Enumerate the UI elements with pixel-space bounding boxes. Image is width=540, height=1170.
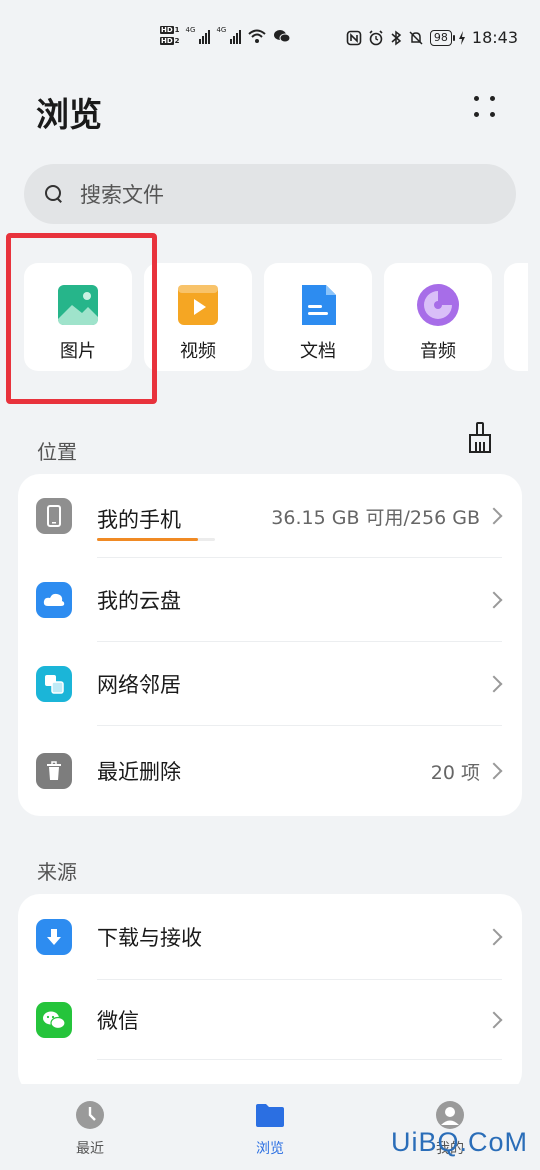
tab-recent[interactable]: 最近	[0, 1084, 180, 1170]
hd-badge-1: HD 1	[160, 26, 180, 34]
chevron-right-icon	[485, 928, 503, 946]
bluetooth-icon	[391, 30, 402, 45]
search-icon	[44, 184, 64, 204]
download-icon	[36, 919, 72, 955]
network-type-1: 4G	[185, 26, 196, 34]
list-item-network[interactable]: 网络邻居	[18, 642, 522, 726]
wechat-status-icon	[274, 30, 291, 43]
more-options-icon[interactable]	[470, 92, 500, 122]
broom-icon[interactable]	[466, 422, 494, 454]
list-item-my-cloud[interactable]: 我的云盘	[18, 558, 522, 642]
source-card: 下载与接收 微信	[18, 894, 522, 1094]
row-label: 下载与接收	[97, 926, 202, 950]
signal-bars-1-icon	[199, 28, 211, 44]
user-icon	[436, 1101, 464, 1129]
network-icon	[36, 666, 72, 702]
page-title: 浏览	[36, 95, 102, 134]
wechat-icon	[36, 1002, 72, 1038]
network-type-2: 4G	[216, 26, 227, 34]
category-videos[interactable]: 视频	[144, 263, 252, 371]
storage-info: 36.15 GB 可用/256 GB	[271, 506, 480, 529]
row-label: 网络邻居	[97, 673, 181, 697]
status-bar: HD 1 HD 2 4G 4G 98 18:43	[0, 22, 540, 58]
category-more[interactable]	[504, 263, 528, 371]
tab-browse[interactable]: 浏览	[180, 1084, 360, 1170]
deleted-count: 20 项	[430, 761, 480, 784]
watermark: UiBQ.CoM	[390, 1127, 528, 1157]
highlight-box	[6, 233, 157, 404]
clock-time: 18:43	[471, 28, 518, 47]
list-item-recently-deleted[interactable]: 最近删除 20 项	[18, 726, 522, 816]
category-label: 视频	[180, 341, 216, 362]
hd-badge-2: HD 2	[160, 37, 180, 45]
section-label-location: 位置	[37, 440, 77, 464]
chevron-right-icon	[485, 675, 503, 693]
charging-icon	[458, 30, 465, 45]
category-label: 音频	[420, 341, 456, 362]
signal-bars-2-icon	[230, 28, 242, 44]
chevron-right-icon	[485, 507, 503, 525]
folder-icon	[256, 1104, 284, 1127]
status-icons: 98 18:43	[346, 28, 518, 47]
alarm-icon	[369, 29, 383, 45]
section-label-source: 来源	[37, 860, 77, 884]
battery-icon: 98	[429, 29, 455, 46]
list-item-wechat[interactable]: 微信	[18, 980, 522, 1060]
chevron-right-icon	[485, 1011, 503, 1029]
search-placeholder: 搜索文件	[80, 183, 164, 207]
nfc-icon	[346, 30, 362, 45]
row-label: 微信	[97, 1009, 139, 1033]
clock-icon	[76, 1101, 104, 1129]
category-audio[interactable]: 音频	[384, 263, 492, 371]
storage-usage-bar	[97, 538, 215, 541]
list-item-my-phone[interactable]: 我的手机 36.15 GB 可用/256 GB	[18, 474, 522, 558]
cloud-icon	[36, 582, 72, 618]
tab-label: 最近	[76, 1141, 104, 1157]
signal-group: HD 1 HD 2 4G 4G	[160, 26, 291, 46]
row-label: 我的手机	[97, 508, 181, 532]
document-icon	[302, 285, 336, 325]
tab-label: 浏览	[256, 1141, 284, 1157]
mute-icon	[409, 30, 423, 45]
video-icon	[178, 285, 218, 325]
category-documents[interactable]: 文档	[264, 263, 372, 371]
search-input[interactable]: 搜索文件	[24, 164, 516, 224]
trash-icon	[36, 753, 72, 789]
row-label: 我的云盘	[97, 589, 181, 613]
chevron-right-icon	[485, 591, 503, 609]
location-card: 我的手机 36.15 GB 可用/256 GB 我的云盘 网络邻居 最近删除 2…	[18, 474, 522, 816]
audio-icon	[417, 284, 459, 326]
list-item-downloads[interactable]: 下载与接收	[18, 894, 522, 980]
row-label: 最近删除	[97, 760, 181, 784]
chevron-right-icon	[485, 762, 503, 780]
category-label: 文档	[300, 341, 336, 362]
phone-icon	[36, 498, 72, 534]
wifi-icon	[248, 29, 266, 43]
